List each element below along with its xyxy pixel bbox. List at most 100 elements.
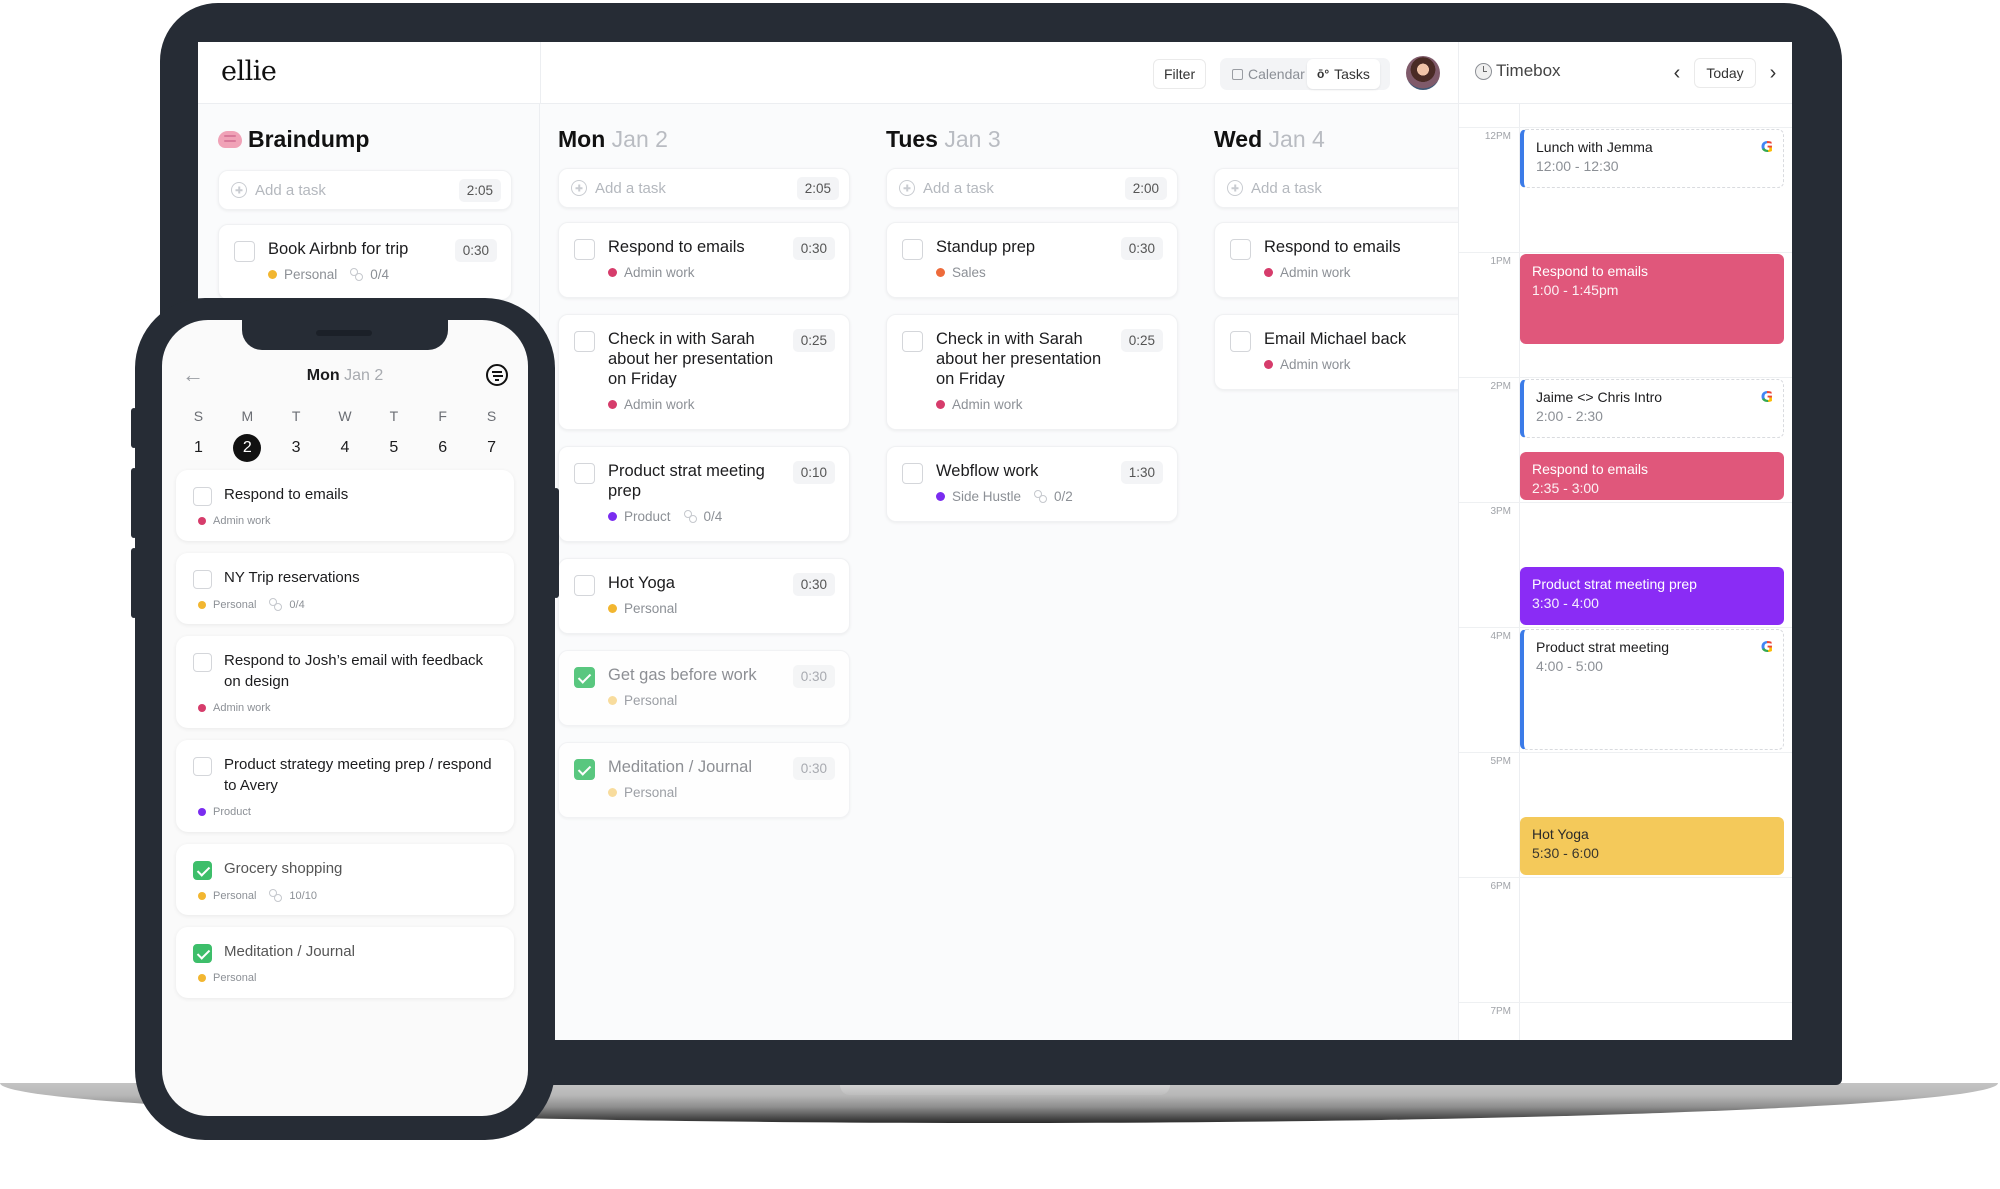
task-checkbox[interactable] xyxy=(574,759,595,780)
calendar-view-button[interactable]: Calendar xyxy=(1222,59,1315,89)
task-title: Check in with Sarah about her presentati… xyxy=(608,330,774,388)
task-checkbox[interactable] xyxy=(234,241,255,262)
task-checkbox[interactable] xyxy=(574,463,595,484)
task-card[interactable]: Webflow work 1:30 Side Hustle 0/2 xyxy=(886,446,1178,522)
task-checkbox[interactable] xyxy=(574,239,595,260)
task-checkbox[interactable] xyxy=(1230,331,1251,352)
task-duration[interactable]: 0:25 xyxy=(792,329,835,352)
task-card[interactable]: Hot Yoga 0:30 Personal xyxy=(558,558,850,634)
task-checkbox[interactable] xyxy=(902,239,923,260)
add-task-input[interactable]: Add a task 2:05 xyxy=(558,168,850,208)
task-card[interactable]: Standup prep 0:30 Sales xyxy=(886,222,1178,298)
timebox-header: Timebox ‹ Today › xyxy=(1459,42,1792,104)
subtasks-icon xyxy=(683,510,697,523)
phone-volume-up xyxy=(131,468,137,538)
task-duration[interactable]: 1:30 xyxy=(1120,461,1163,484)
task-checkbox[interactable] xyxy=(193,653,212,672)
week-date[interactable]: 7 xyxy=(467,434,516,462)
task-card[interactable]: Book Airbnb for trip 0:30 Personal 0/4 xyxy=(218,224,512,300)
tasks-view-button[interactable]: ō° Tasks xyxy=(1307,59,1380,89)
task-tag: Personal xyxy=(284,267,338,282)
add-task-input[interactable]: Add a task 2:00 xyxy=(886,168,1178,208)
phone-task-card[interactable]: Grocery shopping Personal 10/10 xyxy=(176,844,514,915)
task-checkbox[interactable] xyxy=(574,575,595,596)
task-card[interactable]: Get gas before work 0:30 Personal xyxy=(558,650,850,726)
task-tag: Admin work xyxy=(624,397,695,412)
prev-day-button[interactable]: ‹ xyxy=(1667,58,1687,88)
task-duration[interactable]: 0:30 xyxy=(1120,237,1163,260)
task-duration[interactable]: 0:30 xyxy=(792,573,835,596)
task-card[interactable]: Product strat meeting prep 0:10 Product 0/4 xyxy=(558,446,850,542)
plus-circle-icon xyxy=(571,180,587,196)
next-day-button[interactable]: › xyxy=(1763,58,1783,88)
task-card[interactable]: Check in with Sarah about her presentati… xyxy=(886,314,1178,430)
task-checkbox[interactable] xyxy=(574,667,595,688)
weekday-label: S xyxy=(193,408,204,424)
timebox-event[interactable]: Respond to emails 2:35 - 3:00 xyxy=(1520,451,1784,500)
task-checkbox[interactable] xyxy=(193,570,212,589)
filter-icon[interactable] xyxy=(486,364,508,386)
phone-task-card[interactable]: Meditation / Journal Personal xyxy=(176,927,514,998)
task-duration[interactable]: 0:30 xyxy=(454,239,497,262)
task-checkbox[interactable] xyxy=(1230,239,1251,260)
task-duration[interactable]: 0:10 xyxy=(792,461,835,484)
task-checkbox[interactable] xyxy=(902,463,923,484)
task-meta: Admin work xyxy=(608,397,695,412)
task-checkbox[interactable] xyxy=(193,944,212,963)
task-card[interactable]: Meditation / Journal 0:30 Personal xyxy=(558,742,850,818)
task-duration[interactable]: 0:25 xyxy=(1120,329,1163,352)
task-checkbox[interactable] xyxy=(193,757,212,776)
weekday-label: S xyxy=(486,408,497,424)
task-tag: Admin work xyxy=(213,702,271,714)
phone-task-card[interactable]: Respond to emails Admin work xyxy=(176,470,514,541)
phone-task-card[interactable]: Respond to Josh’s email with feedback on… xyxy=(176,636,514,728)
hour-label: 7PM xyxy=(1490,1006,1511,1017)
task-meta: Admin work xyxy=(608,265,695,280)
week-date[interactable]: 3 xyxy=(272,434,321,462)
timebox-event[interactable]: Hot Yoga 5:30 - 6:00 xyxy=(1520,816,1784,875)
hour-gridline xyxy=(1459,252,1792,253)
hour-label: 2PM xyxy=(1490,381,1511,392)
week-date[interactable]: 5 xyxy=(369,434,418,462)
timebox-event[interactable]: Product strat meeting 4:00 - 5:00 G xyxy=(1520,629,1784,750)
event-time: 1:00 - 1:45pm xyxy=(1532,282,1619,298)
timebox-event[interactable]: Jaime <> Chris Intro 2:00 - 2:30 G xyxy=(1520,379,1784,438)
phone-task-card[interactable]: NY Trip reservations Personal 0/4 xyxy=(176,553,514,624)
task-title: Standup prep xyxy=(936,238,1036,256)
task-checkbox[interactable] xyxy=(902,331,923,352)
task-tag: Admin work xyxy=(1280,357,1351,372)
add-task-input[interactable]: Add a task 2:05 xyxy=(218,170,512,210)
timebox-event[interactable]: Lunch with Jemma 12:00 - 12:30 G xyxy=(1520,129,1784,188)
brain-icon xyxy=(218,131,242,148)
task-card[interactable]: Respond to emails 0:30 Admin work xyxy=(558,222,850,298)
subtasks-icon xyxy=(350,268,364,281)
event-title: Respond to emails xyxy=(1532,460,1648,477)
phone-task-card[interactable]: Product strategy meeting prep / respond … xyxy=(176,740,514,832)
timebox-event[interactable]: Product strat meeting prep 3:30 - 4:00 xyxy=(1520,566,1784,625)
week-date[interactable]: 2 xyxy=(223,434,272,462)
today-button[interactable]: Today xyxy=(1694,58,1756,88)
task-tag: Personal xyxy=(213,972,257,984)
task-card[interactable]: Check in with Sarah about her presentati… xyxy=(558,314,850,430)
week-date[interactable]: 6 xyxy=(418,434,467,462)
week-date[interactable]: 4 xyxy=(321,434,370,462)
event-title: Jaime <> Chris Intro xyxy=(1536,389,1663,405)
tag-color-dot xyxy=(608,268,617,277)
task-duration[interactable]: 0:30 xyxy=(792,757,835,780)
hour-label: 3PM xyxy=(1490,506,1511,517)
timebox-event[interactable]: Respond to emails 1:00 - 1:45pm xyxy=(1520,254,1784,344)
task-checkbox[interactable] xyxy=(193,861,212,880)
task-tag: Sales xyxy=(952,265,986,280)
timebox-panel: Timebox ‹ Today › 12PM 1PM 2PM 3PM 4PM 5PM 6PM… xyxy=(1458,42,1792,1040)
task-duration[interactable]: 0:30 xyxy=(792,665,835,688)
task-checkbox[interactable] xyxy=(574,331,595,352)
filter-button[interactable]: Filter xyxy=(1153,59,1207,89)
week-date[interactable]: 1 xyxy=(174,434,223,462)
task-duration[interactable]: 0:30 xyxy=(792,237,835,260)
day-column-tues: Tues Jan 3 Add a task 2:00 Standup prep 0:30… xyxy=(868,104,1196,1040)
task-title: Product strategy meeting prep / respond … xyxy=(224,756,492,794)
tag-color-dot xyxy=(608,512,617,521)
task-checkbox[interactable] xyxy=(193,487,212,506)
user-avatar[interactable] xyxy=(1406,56,1440,90)
add-task-placeholder: Add a task xyxy=(1251,179,1322,197)
